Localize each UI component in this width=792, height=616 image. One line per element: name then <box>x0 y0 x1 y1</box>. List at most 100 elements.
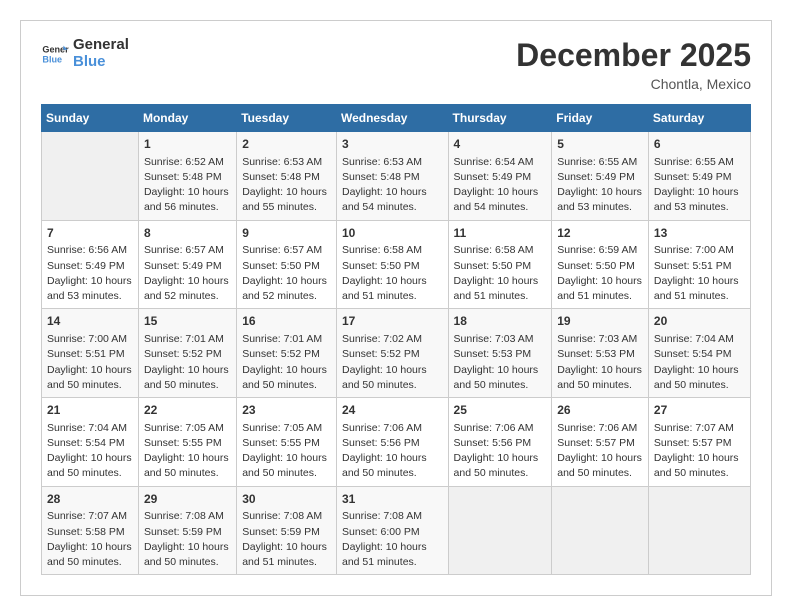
header: General Blue General Blue December 2025 … <box>41 37 751 92</box>
calendar-cell: 16 Sunrise: 7:01 AMSunset: 5:52 PMDayligh… <box>237 309 337 398</box>
day-number: 14 <box>47 313 133 330</box>
cell-content: Sunrise: 6:57 AMSunset: 5:49 PMDaylight:… <box>144 243 231 304</box>
calendar-cell: 13Sunrise: 7:00 AMSunset: 5:51 PMDayligh… <box>648 220 750 309</box>
day-number: 21 <box>47 402 133 419</box>
calendar-cell: 22Sunrise: 7:05 AMSunset: 5:55 PMDayligh… <box>138 398 236 487</box>
main-title: December 2025 <box>516 37 751 74</box>
cell-content: Sunrise: 7:03 AMSunset: 5:53 PMDaylight:… <box>557 332 643 393</box>
calendar-cell: 23 Sunrise: 7:05 AMSunset: 5:55 PMDayligh… <box>237 398 337 487</box>
day-number: 28 <box>47 491 133 508</box>
day-number: 16 <box>242 313 331 330</box>
calendar-cell: 19 Sunrise: 7:03 AMSunset: 5:53 PMDayligh… <box>552 309 649 398</box>
calendar-cell: 15 Sunrise: 7:01 AMSunset: 5:52 PMDayligh… <box>138 309 236 398</box>
day-number: 5 <box>557 136 643 153</box>
day-number: 10 <box>342 225 443 242</box>
day-number: 25 <box>454 402 547 419</box>
calendar-cell <box>648 486 750 575</box>
cell-content: Sunrise: 7:04 AMSunset: 5:54 PMDaylight:… <box>47 421 133 482</box>
logo-blue: Blue <box>73 54 129 71</box>
calendar-row: 7Sunrise: 6:56 AMSunset: 5:49 PMDaylight… <box>42 220 751 309</box>
day-number: 7 <box>47 225 133 242</box>
day-number: 3 <box>342 136 443 153</box>
day-number: 20 <box>654 313 745 330</box>
header-row: SundayMondayTuesdayWednesdayThursdayFrid… <box>42 105 751 132</box>
day-number: 9 <box>242 225 331 242</box>
cell-content: Sunrise: 7:01 AMSunset: 5:52 PMDaylight:… <box>144 332 231 393</box>
calendar-cell: 20 Sunrise: 7:04 AMSunset: 5:54 PMDayligh… <box>648 309 750 398</box>
calendar-row: 28Sunrise: 7:07 AMSunset: 5:58 PMDayligh… <box>42 486 751 575</box>
calendar-cell <box>552 486 649 575</box>
day-number: 30 <box>242 491 331 508</box>
cell-content: Sunrise: 6:58 AMSunset: 5:50 PMDaylight:… <box>454 243 547 304</box>
cell-content: Sunrise: 7:05 AMSunset: 5:55 PMDaylight:… <box>242 421 331 482</box>
calendar-cell: 28Sunrise: 7:07 AMSunset: 5:58 PMDayligh… <box>42 486 139 575</box>
day-number: 2 <box>242 136 331 153</box>
cell-content: Sunrise: 7:07 AMSunset: 5:58 PMDaylight:… <box>47 509 133 570</box>
cell-content: Sunrise: 7:01 AMSunset: 5:52 PMDaylight:… <box>242 332 331 393</box>
calendar-cell: 31Sunrise: 7:08 AMSunset: 6:00 PMDayligh… <box>336 486 448 575</box>
logo-general: General <box>73 37 129 54</box>
header-day: Thursday <box>448 105 552 132</box>
calendar-cell: 26Sunrise: 7:06 AMSunset: 5:57 PMDayligh… <box>552 398 649 487</box>
calendar-cell: 6 Sunrise: 6:55 AMSunset: 5:49 PMDaylight… <box>648 132 750 221</box>
day-number: 19 <box>557 313 643 330</box>
calendar-cell: 21 Sunrise: 7:04 AMSunset: 5:54 PMDayligh… <box>42 398 139 487</box>
logo: General Blue General Blue <box>41 37 129 70</box>
cell-content: Sunrise: 7:02 AMSunset: 5:52 PMDaylight:… <box>342 332 443 393</box>
header-day: Tuesday <box>237 105 337 132</box>
day-number: 23 <box>242 402 331 419</box>
cell-content: Sunrise: 7:08 AMSunset: 5:59 PMDaylight:… <box>144 509 231 570</box>
cell-content: Sunrise: 6:54 AMSunset: 5:49 PMDaylight:… <box>454 155 547 216</box>
day-number: 17 <box>342 313 443 330</box>
calendar-row: 14 Sunrise: 7:00 AMSunset: 5:51 PMDayligh… <box>42 309 751 398</box>
calendar-cell: 17 Sunrise: 7:02 AMSunset: 5:52 PMDayligh… <box>336 309 448 398</box>
day-number: 22 <box>144 402 231 419</box>
calendar-cell: 1Sunrise: 6:52 AMSunset: 5:48 PMDaylight… <box>138 132 236 221</box>
cell-content: Sunrise: 6:52 AMSunset: 5:48 PMDaylight:… <box>144 155 231 216</box>
header-day: Monday <box>138 105 236 132</box>
calendar-cell: 5 Sunrise: 6:55 AMSunset: 5:49 PMDaylight… <box>552 132 649 221</box>
cell-content: Sunrise: 6:56 AMSunset: 5:49 PMDaylight:… <box>47 243 133 304</box>
calendar-cell: 18Sunrise: 7:03 AMSunset: 5:53 PMDayligh… <box>448 309 552 398</box>
day-number: 6 <box>654 136 745 153</box>
logo-icon: General Blue <box>41 40 69 68</box>
calendar-cell: 2 Sunrise: 6:53 AMSunset: 5:48 PMDaylight… <box>237 132 337 221</box>
header-day: Sunday <box>42 105 139 132</box>
header-day: Saturday <box>648 105 750 132</box>
calendar-cell: 7Sunrise: 6:56 AMSunset: 5:49 PMDaylight… <box>42 220 139 309</box>
calendar-cell: 10Sunrise: 6:58 AMSunset: 5:50 PMDayligh… <box>336 220 448 309</box>
day-number: 12 <box>557 225 643 242</box>
svg-text:Blue: Blue <box>42 54 62 64</box>
cell-content: Sunrise: 6:55 AMSunset: 5:49 PMDaylight:… <box>557 155 643 216</box>
calendar-cell: 14 Sunrise: 7:00 AMSunset: 5:51 PMDayligh… <box>42 309 139 398</box>
cell-content: Sunrise: 6:58 AMSunset: 5:50 PMDaylight:… <box>342 243 443 304</box>
calendar-cell: 30Sunrise: 7:08 AMSunset: 5:59 PMDayligh… <box>237 486 337 575</box>
day-number: 29 <box>144 491 231 508</box>
cell-content: Sunrise: 7:00 AMSunset: 5:51 PMDaylight:… <box>47 332 133 393</box>
day-number: 4 <box>454 136 547 153</box>
header-day: Friday <box>552 105 649 132</box>
cell-content: Sunrise: 7:06 AMSunset: 5:56 PMDaylight:… <box>342 421 443 482</box>
day-number: 26 <box>557 402 643 419</box>
day-number: 27 <box>654 402 745 419</box>
cell-content: Sunrise: 7:04 AMSunset: 5:54 PMDaylight:… <box>654 332 745 393</box>
calendar-cell <box>448 486 552 575</box>
day-number: 11 <box>454 225 547 242</box>
calendar-cell: 8Sunrise: 6:57 AMSunset: 5:49 PMDaylight… <box>138 220 236 309</box>
calendar-cell: 3Sunrise: 6:53 AMSunset: 5:48 PMDaylight… <box>336 132 448 221</box>
subtitle: Chontla, Mexico <box>516 76 751 92</box>
calendar-cell: 29Sunrise: 7:08 AMSunset: 5:59 PMDayligh… <box>138 486 236 575</box>
day-number: 15 <box>144 313 231 330</box>
cell-content: Sunrise: 6:55 AMSunset: 5:49 PMDaylight:… <box>654 155 745 216</box>
cell-content: Sunrise: 7:07 AMSunset: 5:57 PMDaylight:… <box>654 421 745 482</box>
cell-content: Sunrise: 6:53 AMSunset: 5:48 PMDaylight:… <box>242 155 331 216</box>
calendar-table: SundayMondayTuesdayWednesdayThursdayFrid… <box>41 104 751 575</box>
day-number: 18 <box>454 313 547 330</box>
calendar-cell: 25Sunrise: 7:06 AMSunset: 5:56 PMDayligh… <box>448 398 552 487</box>
page-wrapper: General Blue General Blue December 2025 … <box>20 20 772 596</box>
day-number: 31 <box>342 491 443 508</box>
cell-content: Sunrise: 6:57 AMSunset: 5:50 PMDaylight:… <box>242 243 331 304</box>
calendar-row: 1Sunrise: 6:52 AMSunset: 5:48 PMDaylight… <box>42 132 751 221</box>
header-day: Wednesday <box>336 105 448 132</box>
day-number: 24 <box>342 402 443 419</box>
